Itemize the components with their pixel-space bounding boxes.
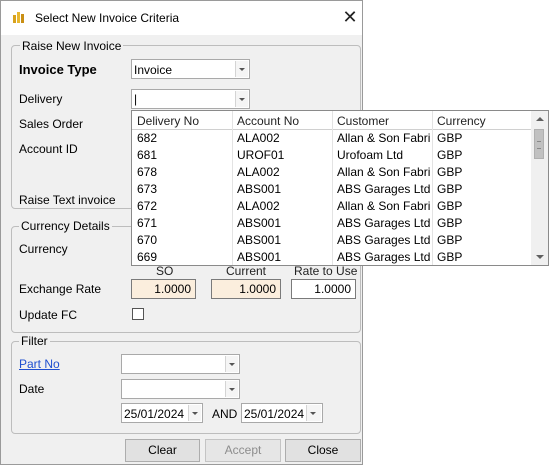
app-icon <box>12 10 26 24</box>
date-to-value: 25/01/2024 <box>244 407 305 421</box>
currency-cell: GBP <box>437 250 463 264</box>
scrollbar-thumb[interactable] <box>534 129 544 159</box>
rate-to-use-column-header: Rate to Use <box>294 264 358 278</box>
date-select[interactable] <box>121 379 240 399</box>
delivery-no-cell: 669 <box>137 250 158 264</box>
delivery-no-cell: 672 <box>137 199 158 213</box>
update-fc-label: Update FC <box>19 308 78 322</box>
so-rate-field: 1.0000 <box>131 279 196 299</box>
delivery-no-cell: 682 <box>137 131 158 145</box>
rate-to-use-field[interactable]: 1.0000 <box>291 279 356 299</box>
sales-order-label: Sales Order <box>19 117 84 131</box>
delivery-no-cell: 671 <box>137 216 158 230</box>
currency-cell: GBP <box>437 165 463 179</box>
part-no-select[interactable] <box>121 354 240 374</box>
list-item[interactable]: 678 ALA002 Allan & Son Fabri... GBP <box>132 163 532 180</box>
customer-cell: Allan & Son Fabri... <box>337 131 430 145</box>
customer-cell: ABS Garages Ltd <box>337 233 430 247</box>
scroll-up-icon[interactable] <box>531 111 548 128</box>
currency-cell: GBP <box>437 148 463 162</box>
delivery-no-cell: 678 <box>137 165 158 179</box>
and-label: AND <box>212 407 238 421</box>
current-column-header: Current <box>226 264 267 278</box>
raise-text-invoice-label: Raise Text invoice <box>19 193 116 207</box>
col-account-no: Account No <box>237 114 300 128</box>
invoice-type-value: Invoice <box>134 63 173 77</box>
account-no-cell: ABS001 <box>237 182 282 196</box>
list-item[interactable]: 672 ALA002 Allan & Son Fabri... GBP <box>132 197 532 214</box>
account-no-cell: UROF01 <box>237 148 285 162</box>
account-no-cell: ABS001 <box>237 233 282 247</box>
customer-cell: Urofoam Ltd <box>337 148 404 162</box>
list-item[interactable]: 682 ALA002 Allan & Son Fabri... GBP <box>132 129 532 146</box>
list-item[interactable]: 673 ABS001 ABS Garages Ltd GBP <box>132 180 532 197</box>
delivery-label: Delivery <box>19 92 63 106</box>
account-no-cell: ABS001 <box>237 250 282 264</box>
calendar-dropdown-icon[interactable] <box>188 405 201 421</box>
list-item[interactable]: 681 UROF01 Urofoam Ltd GBP <box>132 146 532 163</box>
date-from-value: 25/01/2024 <box>124 407 185 421</box>
dropdown-scrollbar[interactable] <box>531 111 548 265</box>
window-title: Select New Invoice Criteria <box>35 11 180 25</box>
account-no-cell: ALA002 <box>237 165 280 179</box>
date-to-picker[interactable]: 25/01/2024 <box>241 403 323 423</box>
chevron-down-icon[interactable] <box>225 356 238 372</box>
currency-cell: GBP <box>437 233 463 247</box>
customer-cell: Allan & Son Fabri... <box>337 199 430 213</box>
currency-cell: GBP <box>437 199 463 213</box>
currency-cell: GBP <box>437 216 463 230</box>
invoice-type-select[interactable]: Invoice <box>131 59 250 79</box>
account-no-cell: ALA002 <box>237 199 280 213</box>
raise-invoice-legend: Raise New Invoice <box>20 39 124 53</box>
so-column-header: SO <box>156 264 174 278</box>
date-label: Date <box>19 382 45 396</box>
customer-cell: ABS Garages Ltd <box>337 182 430 196</box>
invoice-type-label: Invoice Type <box>19 62 97 77</box>
exchange-rate-label: Exchange Rate <box>19 282 102 296</box>
current-rate-field: 1.0000 <box>211 279 281 299</box>
delivery-select[interactable]: | <box>131 89 250 109</box>
list-item[interactable]: 670 ABS001 ABS Garages Ltd GBP <box>132 231 532 248</box>
customer-cell: ABS Garages Ltd <box>337 250 430 264</box>
chevron-down-icon[interactable] <box>235 61 248 77</box>
account-no-cell: ABS001 <box>237 216 282 230</box>
currency-details-legend: Currency Details <box>19 219 112 233</box>
clear-button[interactable]: Clear <box>125 439 200 462</box>
chevron-down-icon[interactable] <box>225 381 238 397</box>
date-from-picker[interactable]: 25/01/2024 <box>121 403 203 423</box>
close-button[interactable]: Close <box>285 439 361 462</box>
col-customer: Customer <box>337 114 390 128</box>
list-item[interactable]: 671 ABS001 ABS Garages Ltd GBP <box>132 214 532 231</box>
currency-cell: GBP <box>437 131 463 145</box>
calendar-dropdown-icon[interactable] <box>306 405 321 421</box>
customer-cell: ABS Garages Ltd <box>337 216 430 230</box>
delivery-no-cell: 681 <box>137 148 158 162</box>
col-currency: Currency <box>437 114 486 128</box>
currency-label: Currency <box>19 242 68 256</box>
col-delivery-no: Delivery No <box>137 114 200 128</box>
close-icon[interactable]: ✕ <box>340 6 360 28</box>
account-id-label: Account ID <box>19 142 78 156</box>
scroll-down-icon[interactable] <box>531 248 548 265</box>
filter-legend: Filter <box>19 334 50 348</box>
part-no-link[interactable]: Part No <box>19 357 60 371</box>
delivery-no-cell: 670 <box>137 233 158 247</box>
currency-cell: GBP <box>437 182 463 196</box>
list-item[interactable]: 669 ABS001 ABS Garages Ltd GBP <box>132 248 532 265</box>
accept-button[interactable]: Accept <box>205 439 281 462</box>
update-fc-checkbox[interactable] <box>132 308 144 320</box>
delivery-value: | <box>134 92 138 106</box>
customer-cell: Allan & Son Fabri... <box>337 165 430 179</box>
delivery-no-cell: 673 <box>137 182 158 196</box>
delivery-dropdown-list[interactable]: Delivery No Account No Customer Currency… <box>131 110 549 266</box>
account-no-cell: ALA002 <box>237 131 280 145</box>
chevron-down-icon[interactable] <box>235 91 248 107</box>
